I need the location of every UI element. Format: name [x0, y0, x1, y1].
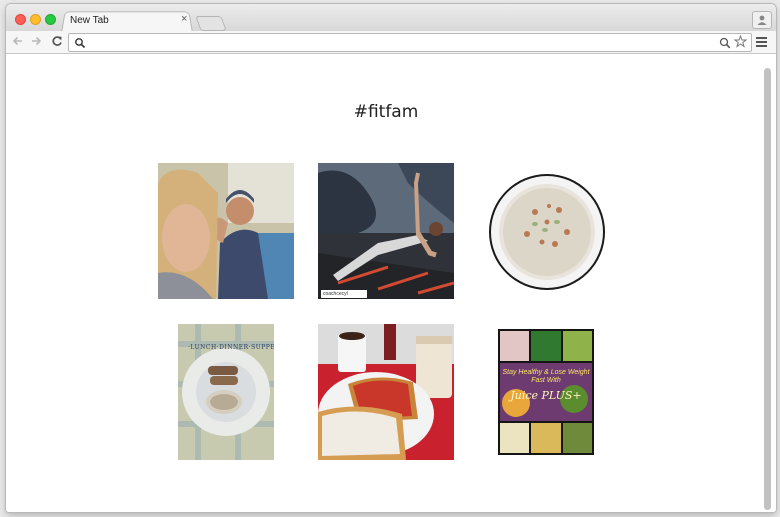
back-button[interactable]	[12, 35, 24, 50]
minimize-window-button[interactable]	[30, 14, 41, 25]
reload-icon	[52, 36, 62, 46]
photo-juice-plus[interactable]: Stay Healthy & Lose Weight Fast With Jui…	[498, 329, 594, 455]
tab-close-button[interactable]: ×	[181, 13, 187, 25]
juice-plus-caption: Stay Healthy & Lose Weight Fast With	[502, 369, 590, 384]
back-arrow-icon	[12, 36, 22, 46]
tab-title: New Tab	[70, 15, 109, 26]
menu-icon[interactable]	[756, 37, 767, 49]
photo-toast-coffee-image	[318, 324, 454, 460]
close-window-button[interactable]	[15, 14, 26, 25]
zoom-icon[interactable]	[719, 36, 731, 54]
toolbar	[6, 31, 776, 54]
page-content: #fitfam coachcecyl ·LUNCH·DINNER·SUPP St…	[6, 54, 776, 512]
photo-toast-coffee[interactable]	[318, 324, 454, 460]
photo-oatmeal-bowl[interactable]	[487, 172, 607, 292]
zoom-window-button[interactable]	[45, 14, 56, 25]
forward-button[interactable]	[30, 35, 42, 50]
photo-side-plank-image	[318, 163, 454, 299]
profile-button[interactable]	[752, 11, 772, 29]
browser-window: New Tab × #fitfam coachcecyl ·LUNCH·DINN…	[6, 4, 776, 512]
juice-plus-brand: Juice PLUS+	[510, 389, 582, 402]
photo-gym-selfie-image	[158, 163, 294, 299]
photo-credit-badge: coachcecyl	[321, 290, 367, 298]
new-tab-button[interactable]	[195, 16, 227, 31]
photo-side-plank[interactable]: coachcecyl	[318, 163, 454, 299]
star-icon[interactable]	[733, 34, 748, 53]
reload-button[interactable]	[51, 35, 63, 50]
address-bar[interactable]	[68, 33, 752, 52]
search-icon	[74, 36, 86, 54]
photo-meal-plate[interactable]: ·LUNCH·DINNER·SUPPER·BREAKFAST	[178, 324, 274, 460]
vertical-scrollbar[interactable]	[764, 68, 771, 510]
page-title: #fitfam	[353, 102, 419, 122]
profile-icon	[757, 15, 767, 25]
plate-rim-text: ·LUNCH·DINNER·SUPPER·BREAKFAST	[188, 344, 274, 351]
photo-gym-selfie[interactable]	[158, 163, 294, 299]
photo-credit-text: coachcecyl	[323, 291, 348, 297]
title-bar: New Tab ×	[6, 4, 776, 33]
forward-arrow-icon	[32, 36, 42, 46]
photo-oatmeal-bowl-image	[489, 174, 605, 290]
